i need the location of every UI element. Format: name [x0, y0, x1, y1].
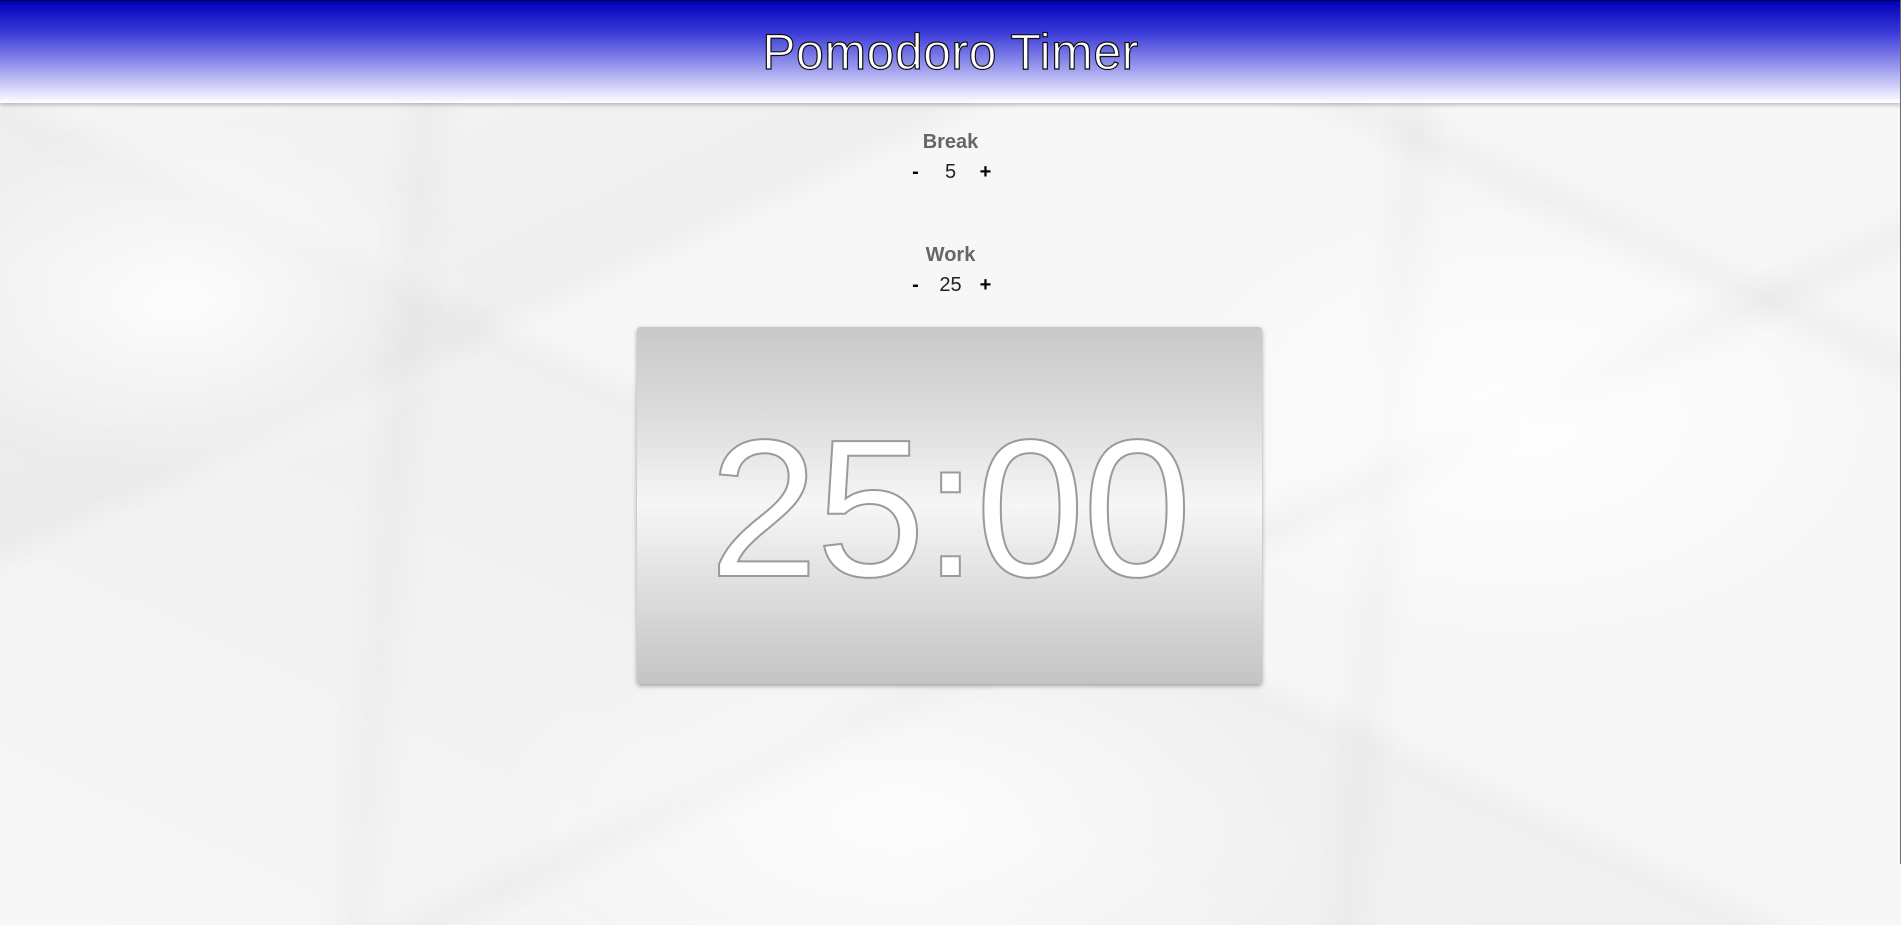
- timer-display: 25:00: [708, 398, 1192, 618]
- work-stepper: - 25 +: [0, 273, 1901, 297]
- app-header: Pomodoro Timer: [0, 0, 1901, 103]
- timer-clock[interactable]: 25:00: [637, 327, 1262, 684]
- break-setting: Break - 5 +: [0, 130, 1901, 184]
- break-length-value: 5: [944, 160, 957, 183]
- page-title: Pomodoro Timer: [762, 23, 1139, 80]
- break-decrement-button[interactable]: -: [901, 161, 931, 184]
- break-stepper: - 5 +: [0, 160, 1901, 184]
- break-label: Break: [922, 131, 979, 153]
- work-decrement-button[interactable]: -: [901, 274, 931, 297]
- break-increment-button[interactable]: +: [971, 161, 1001, 184]
- work-increment-button[interactable]: +: [971, 274, 1001, 297]
- work-label: Work: [925, 244, 976, 266]
- work-setting: Work - 25 +: [0, 243, 1901, 297]
- work-length-value: 25: [939, 273, 962, 296]
